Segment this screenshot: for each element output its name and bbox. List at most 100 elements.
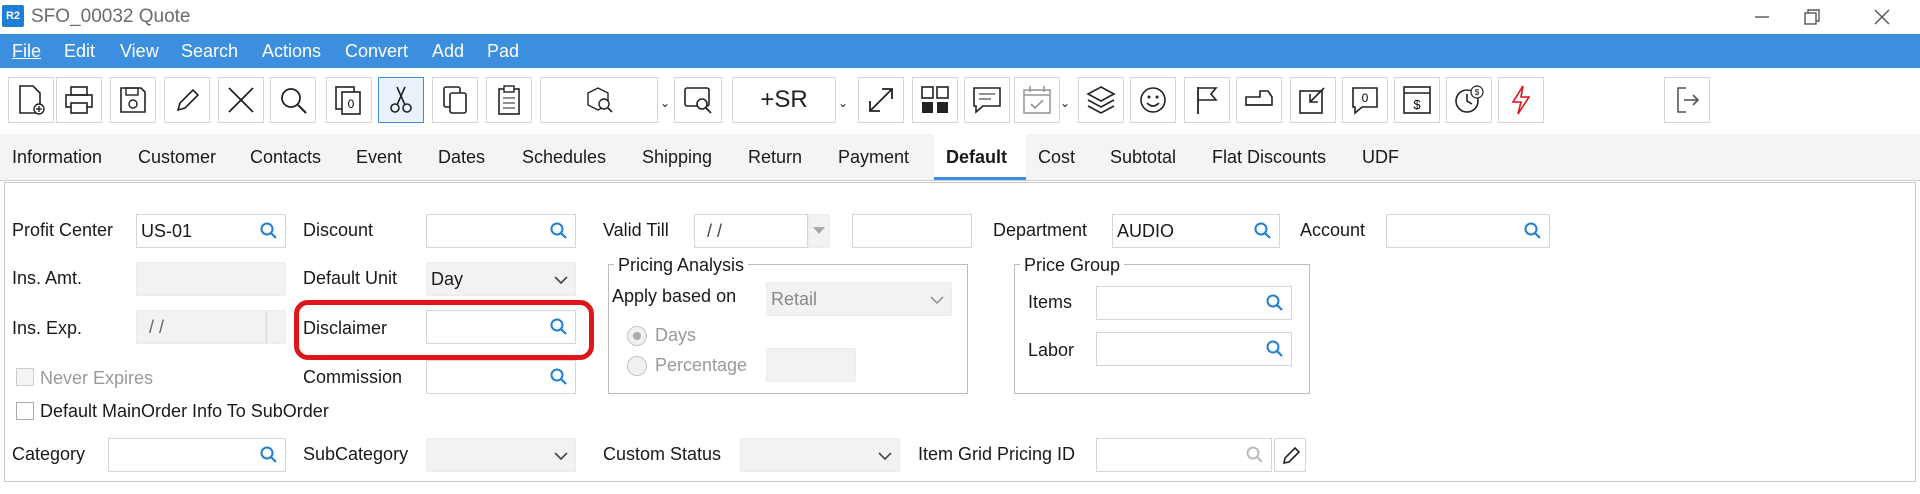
- paste-button[interactable]: [486, 77, 532, 123]
- add-sr-button[interactable]: +SR: [732, 77, 836, 123]
- never-expires-checkbox[interactable]: [16, 368, 34, 386]
- invoice-dollar-icon: $: [1403, 86, 1431, 114]
- search-icon[interactable]: [549, 221, 569, 241]
- category-field[interactable]: [108, 438, 286, 472]
- menu-file[interactable]: File: [12, 34, 41, 68]
- edit-button[interactable]: [164, 77, 210, 123]
- truck-button[interactable]: [1236, 77, 1282, 123]
- default-mainorder-checkbox[interactable]: [16, 402, 34, 420]
- grid-view-button[interactable]: [912, 77, 958, 123]
- flag-button[interactable]: [1184, 77, 1230, 123]
- tab-shipping[interactable]: Shipping: [630, 134, 724, 180]
- commission-field[interactable]: [426, 360, 576, 394]
- tab-dates[interactable]: Dates: [426, 134, 497, 180]
- search-icon[interactable]: [1245, 445, 1265, 465]
- close-button[interactable]: [1852, 0, 1912, 34]
- items-price-group-field[interactable]: [1096, 286, 1292, 320]
- menu-edit[interactable]: Edit: [64, 34, 95, 68]
- menu-pad[interactable]: Pad: [487, 34, 519, 68]
- zero-message-button[interactable]: 0: [1342, 77, 1388, 123]
- subcategory-select[interactable]: [426, 438, 576, 472]
- ins-exp-field[interactable]: / /: [136, 310, 266, 344]
- days-radio[interactable]: [627, 326, 647, 346]
- profit-center-field[interactable]: US-01: [136, 214, 286, 248]
- chevron-down-icon[interactable]: ⌄: [1060, 96, 1072, 110]
- category-label: Category: [12, 444, 86, 464]
- tab-event[interactable]: Event: [344, 134, 414, 180]
- menu-view[interactable]: View: [120, 34, 159, 68]
- restore-button[interactable]: [1782, 0, 1842, 34]
- copy-zero-button[interactable]: 0: [326, 77, 372, 123]
- menu-actions[interactable]: Actions: [262, 34, 321, 68]
- percentage-radio[interactable]: [627, 356, 647, 376]
- invoice-button[interactable]: $: [1394, 77, 1440, 123]
- print-button[interactable]: [56, 77, 102, 123]
- tab-flat-discounts[interactable]: Flat Discounts: [1200, 134, 1338, 180]
- discount-field[interactable]: [426, 214, 576, 248]
- notes-button[interactable]: [964, 77, 1010, 123]
- chevron-down-icon: [878, 452, 892, 461]
- valid-till-dropdown[interactable]: [808, 214, 830, 248]
- tab-customer[interactable]: Customer: [126, 134, 228, 180]
- valid-till-field[interactable]: / /: [694, 214, 808, 248]
- tab-schedules[interactable]: Schedules: [510, 134, 618, 180]
- tab-udf[interactable]: UDF: [1350, 134, 1411, 180]
- tab-subtotal[interactable]: Subtotal: [1098, 134, 1188, 180]
- save-button[interactable]: [110, 77, 156, 123]
- menu-convert[interactable]: Convert: [345, 34, 408, 68]
- menu-add[interactable]: Add: [432, 34, 464, 68]
- search-icon[interactable]: [259, 221, 279, 241]
- default-unit-select[interactable]: Day: [426, 262, 576, 296]
- tab-default[interactable]: Default: [934, 134, 1026, 180]
- search-icon[interactable]: [259, 445, 279, 465]
- menu-search[interactable]: Search: [181, 34, 238, 68]
- delete-button[interactable]: [218, 77, 264, 123]
- chevron-down-icon[interactable]: ⌄: [838, 96, 850, 110]
- expand-button[interactable]: [858, 77, 904, 123]
- copy-button[interactable]: [432, 77, 478, 123]
- inventory-search-button[interactable]: [540, 77, 658, 123]
- search-icon[interactable]: [1265, 293, 1285, 313]
- tab-bar: Information Customer Contacts Event Date…: [0, 134, 1920, 181]
- search-icon[interactable]: [1523, 221, 1543, 241]
- ins-exp-picker[interactable]: [266, 310, 286, 344]
- svg-text:0: 0: [1362, 91, 1369, 105]
- chevron-down-icon[interactable]: ⌄: [660, 96, 672, 110]
- item-grid-pricing-field[interactable]: [1096, 438, 1272, 472]
- search-icon[interactable]: [1265, 339, 1285, 359]
- ins-amt-field[interactable]: [136, 262, 286, 296]
- payment-history-button[interactable]: $: [1446, 77, 1492, 123]
- valid-till-time-field[interactable]: [852, 214, 972, 248]
- svg-text:0: 0: [348, 97, 355, 111]
- edit-pricing-button[interactable]: [1274, 438, 1306, 472]
- apply-based-on-label: Apply based on: [612, 286, 737, 306]
- search-icon[interactable]: [549, 367, 569, 387]
- new-document-button[interactable]: [8, 77, 54, 123]
- smiley-button[interactable]: [1130, 77, 1176, 123]
- tab-cost[interactable]: Cost: [1026, 134, 1087, 180]
- account-field[interactable]: [1386, 214, 1550, 248]
- find-document-button[interactable]: [674, 77, 722, 123]
- comment-icon: [973, 87, 1001, 114]
- tab-payment[interactable]: Payment: [826, 134, 921, 180]
- import-button[interactable]: [1290, 77, 1336, 123]
- message-zero-icon: 0: [1352, 87, 1378, 115]
- apply-based-on-select[interactable]: Retail: [766, 282, 952, 316]
- exit-button[interactable]: [1664, 77, 1710, 123]
- commission-label: Commission: [303, 367, 403, 387]
- percentage-field[interactable]: [766, 348, 856, 382]
- search-icon[interactable]: [1253, 221, 1273, 241]
- cut-button[interactable]: [378, 77, 424, 123]
- calendar-button[interactable]: [1014, 77, 1060, 123]
- tab-return[interactable]: Return: [736, 134, 814, 180]
- tab-contacts[interactable]: Contacts: [238, 134, 333, 180]
- custom-status-select[interactable]: [740, 438, 900, 472]
- sr-label: +SR: [760, 86, 808, 113]
- layers-button[interactable]: [1078, 77, 1124, 123]
- quick-action-button[interactable]: [1498, 77, 1544, 123]
- tab-information[interactable]: Information: [0, 134, 114, 180]
- search-button[interactable]: [270, 77, 316, 123]
- department-field[interactable]: AUDIO: [1112, 214, 1280, 248]
- labor-price-group-field[interactable]: [1096, 332, 1292, 366]
- truck-icon: [1245, 90, 1273, 106]
